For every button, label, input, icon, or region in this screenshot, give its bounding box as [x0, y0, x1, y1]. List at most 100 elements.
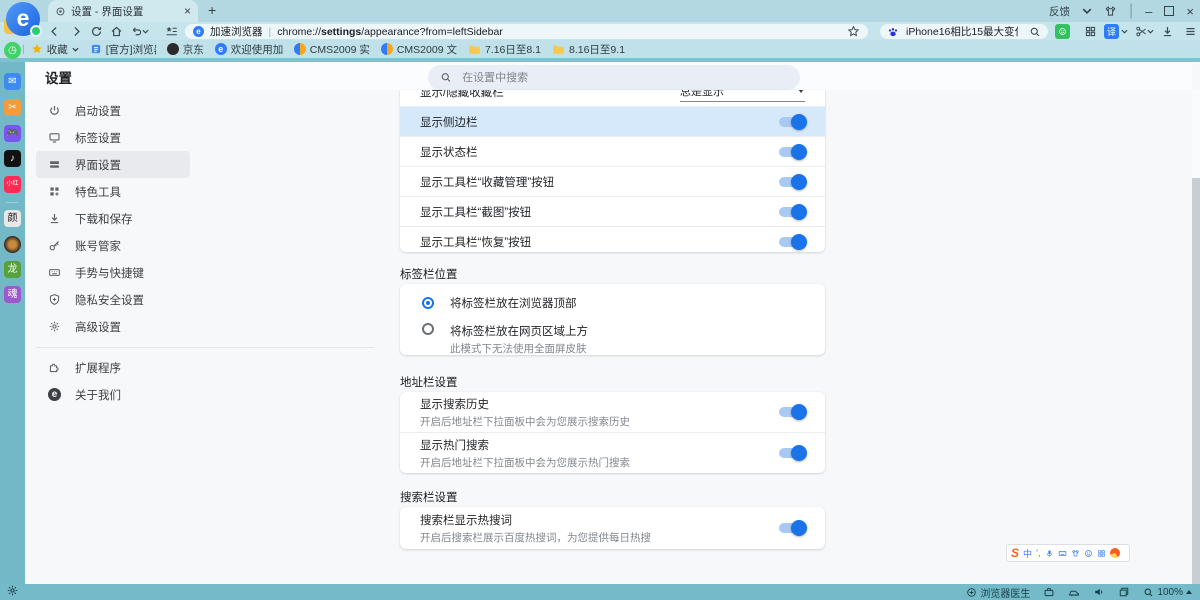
- ime-mic-icon[interactable]: [1045, 549, 1054, 558]
- dock-game-app-icon[interactable]: [4, 236, 21, 253]
- address-site-name: 加速浏览器: [210, 24, 263, 39]
- dock-game-app-icon[interactable]: 龙: [4, 261, 21, 278]
- browser-logo-icon: e: [48, 388, 61, 401]
- downloads-button[interactable]: [1159, 23, 1175, 39]
- settings-search-input[interactable]: [460, 71, 788, 85]
- url-text: chrome://settings/appearance?from=leftSi…: [277, 26, 503, 38]
- scrollbar-thumb[interactable]: [1192, 178, 1200, 584]
- browser-logo[interactable]: e: [6, 2, 40, 36]
- statusbar-toggle[interactable]: [779, 147, 805, 157]
- home-button[interactable]: [108, 23, 124, 39]
- favmanage-toggle[interactable]: [779, 177, 805, 187]
- ime-punctuation[interactable]: ’,: [1036, 548, 1041, 558]
- hot-words-toggle[interactable]: [779, 523, 805, 533]
- translate-button[interactable]: 译: [1104, 24, 1119, 39]
- dock-game-app-icon[interactable]: 颜: [4, 210, 21, 227]
- bookmark-star-icon[interactable]: [847, 25, 860, 38]
- favbar-select[interactable]: 总是显示: [680, 90, 805, 102]
- bookmark-item[interactable]: CMS2009 实: [294, 42, 370, 57]
- baidu-icon: [887, 26, 899, 38]
- cms-icon: [381, 43, 393, 55]
- favorites-menu-button[interactable]: 收藏: [31, 42, 79, 57]
- browser-logo-letter: e: [17, 5, 30, 31]
- ime-toolbox-icon[interactable]: [1097, 549, 1106, 558]
- bookmark-item[interactable]: [官方]浏览器: [90, 42, 156, 57]
- translate-caret-icon[interactable]: [1120, 23, 1128, 39]
- main-menu-button[interactable]: [1182, 23, 1198, 39]
- app-center-button[interactable]: [1082, 23, 1098, 39]
- nav-item-downloads[interactable]: 下载和保存: [36, 205, 190, 232]
- dock-game-app-icon[interactable]: 魂: [4, 286, 21, 303]
- undo-caret-icon[interactable]: [141, 23, 149, 39]
- sidebar-toggle[interactable]: [779, 117, 805, 127]
- bookmark-folder[interactable]: 8.16日至9.1: [552, 42, 625, 57]
- search-icon[interactable]: [1029, 26, 1041, 38]
- hot-search-toggle[interactable]: [779, 448, 805, 458]
- close-button[interactable]: ×: [1186, 4, 1194, 19]
- ime-toolbar[interactable]: S 中 ’,: [1006, 544, 1130, 562]
- nav-item-accounts[interactable]: 账号管家: [36, 232, 190, 259]
- restore-toggle[interactable]: [779, 237, 805, 247]
- dock-screenshot-icon[interactable]: ✂: [4, 99, 21, 116]
- nav-item-about[interactable]: e关于我们: [36, 381, 190, 408]
- dock-mail-icon[interactable]: ✉: [4, 73, 21, 90]
- windows-icon[interactable]: [1118, 586, 1130, 598]
- toolbox-icon[interactable]: [1043, 586, 1055, 598]
- tab-close-icon[interactable]: ×: [184, 4, 191, 18]
- screenshot-toggle[interactable]: [779, 207, 805, 217]
- tab-settings[interactable]: 设置 - 界面设置 ×: [48, 0, 198, 22]
- nav-item-startup[interactable]: 启动设置: [36, 97, 190, 124]
- nav-item-gestures[interactable]: 手势与快捷键: [36, 259, 190, 286]
- nav-item-tabs[interactable]: 标签设置: [36, 124, 190, 151]
- quick-search-input[interactable]: [904, 25, 1020, 39]
- card-tabbar-position: 将标签栏放在浏览器顶部 将标签栏放在网页区域上方 此模式下无法使用全面屏皮肤: [400, 284, 825, 355]
- car-icon[interactable]: [1068, 586, 1080, 598]
- section-title-tabbar: 标签栏位置: [400, 266, 458, 282]
- dock-douyin-icon[interactable]: ♪: [4, 150, 21, 167]
- quick-search-box[interactable]: [880, 24, 1048, 39]
- dock-xiaohongshu-icon[interactable]: 小红书: [4, 176, 21, 193]
- radio-sub-text: 此模式下无法使用全面屏皮肤: [450, 341, 588, 356]
- nav-item-advanced[interactable]: 高级设置: [36, 313, 190, 340]
- feedback-caret-icon[interactable]: [1082, 6, 1092, 16]
- new-tab-button[interactable]: +: [208, 2, 216, 18]
- dock-games-icon[interactable]: 🎮: [4, 125, 21, 142]
- dock-history-icon[interactable]: ◷: [4, 42, 21, 59]
- app-dock: [0, 62, 25, 600]
- back-button[interactable]: [46, 23, 62, 39]
- refresh-button[interactable]: [88, 23, 104, 39]
- browser-doctor-button[interactable]: 浏览器医生: [966, 585, 1030, 600]
- radio-tabbar-top[interactable]: [422, 297, 434, 309]
- screenshot-caret-icon[interactable]: [1146, 23, 1154, 39]
- dock-settings-gear-icon[interactable]: [6, 584, 19, 597]
- nav-item-extensions[interactable]: 扩展程序: [36, 354, 190, 381]
- nav-item-privacy[interactable]: 隐私安全设置: [36, 286, 190, 313]
- bookmark-item[interactable]: 京东: [167, 42, 204, 57]
- bookmark-folder[interactable]: 7.16日至8.1: [468, 42, 541, 57]
- nav-item-interface[interactable]: 界面设置: [36, 151, 190, 178]
- ime-skin-icon[interactable]: [1071, 549, 1080, 558]
- ime-emoji-icon[interactable]: [1084, 549, 1093, 558]
- bookmark-item[interactable]: CMS2009 文: [381, 42, 457, 57]
- search-history-toggle[interactable]: [779, 407, 805, 417]
- ime-keyboard-icon[interactable]: [1058, 549, 1067, 558]
- maximize-button[interactable]: [1164, 6, 1174, 16]
- bookmark-item[interactable]: e欢迎使用加: [215, 42, 283, 57]
- forward-button[interactable]: [68, 23, 84, 39]
- nav-item-features[interactable]: 特色工具: [36, 178, 190, 205]
- radio-tabbar-webarea[interactable]: [422, 323, 434, 335]
- address-bar[interactable]: e 加速浏览器 | chrome://settings/appearance?f…: [185, 24, 868, 39]
- skin-icon[interactable]: [1104, 5, 1117, 18]
- setting-row-search-history: 显示搜索历史开启后地址栏下拉面板中会为您展示搜索历史: [400, 392, 825, 433]
- ime-badge-icon[interactable]: [1110, 548, 1120, 558]
- settings-search-box[interactable]: [428, 65, 800, 90]
- speaker-icon[interactable]: [1093, 586, 1105, 598]
- magnifier-icon: [1143, 587, 1154, 598]
- feedback-button[interactable]: 反馈: [1049, 4, 1070, 19]
- ime-mode-chinese[interactable]: 中: [1023, 547, 1032, 560]
- favorites-manager-button[interactable]: [163, 23, 179, 39]
- eye-protection-button[interactable]: [1055, 24, 1070, 39]
- zoom-control[interactable]: 100%: [1143, 587, 1192, 598]
- divider: |: [269, 26, 272, 38]
- minimize-button[interactable]: –: [1145, 4, 1152, 19]
